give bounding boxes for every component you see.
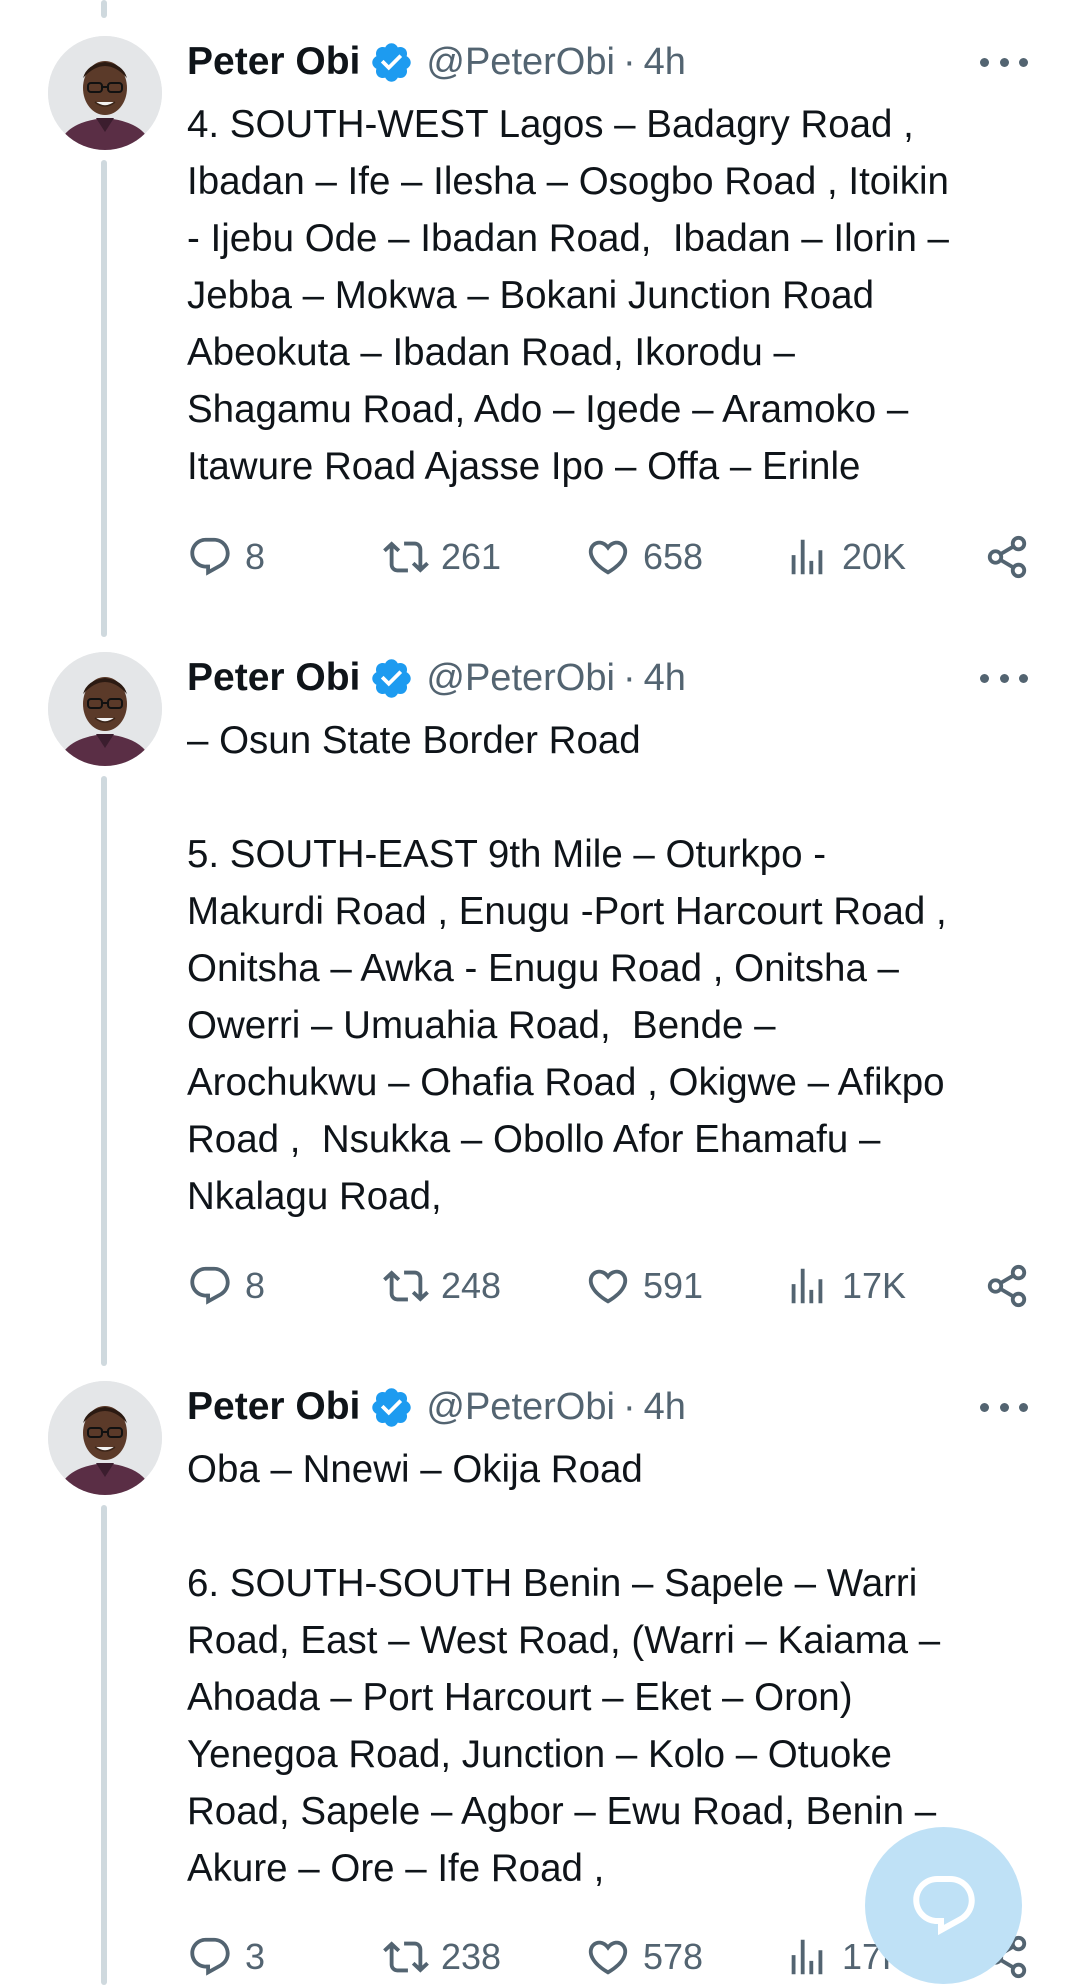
- more-icon[interactable]: [980, 44, 1028, 80]
- views-count: 20K: [842, 536, 907, 577]
- tweet-header: Peter Obi @PeterObi · 4h: [187, 36, 686, 88]
- retweet-button[interactable]: 248: [383, 1256, 501, 1316]
- like-button[interactable]: 658: [585, 527, 703, 587]
- retweet-icon: [383, 1263, 429, 1309]
- like-count: 578: [643, 1936, 704, 1977]
- retweet-button[interactable]: 261: [383, 527, 501, 587]
- avatar[interactable]: [48, 652, 162, 766]
- tweet-header: Peter Obi @PeterObi · 4h: [187, 652, 686, 704]
- compose-button[interactable]: [865, 1827, 1022, 1984]
- thread-line: [101, 160, 107, 637]
- tweet-text: 4. SOUTH-WEST Lagos – Badagry Road , Iba…: [187, 103, 949, 488]
- tweet-text: Oba – Nnewi – Okija Road 6. SOUTH-SOUTH …: [187, 1448, 941, 1890]
- like-count: 658: [643, 536, 704, 577]
- verified-badge-icon: [369, 1385, 414, 1430]
- author-handle[interactable]: @PeterObi: [426, 41, 615, 84]
- author-name[interactable]: Peter Obi: [187, 656, 360, 700]
- reply-count: 8: [245, 536, 266, 577]
- more-icon[interactable]: [980, 1389, 1028, 1425]
- reply-count: 8: [245, 1265, 266, 1306]
- author-name[interactable]: Peter Obi: [187, 1385, 360, 1429]
- retweet-icon: [383, 1934, 429, 1980]
- retweet-icon: [383, 534, 429, 580]
- views-icon: [784, 1934, 830, 1980]
- avatar[interactable]: [48, 1381, 162, 1495]
- action-bar: 8 248 591 17K: [187, 1256, 1030, 1316]
- retweet-count: 261: [441, 536, 502, 577]
- views-button[interactable]: 17K: [784, 1256, 906, 1316]
- reply-icon: [187, 1263, 233, 1309]
- timestamp[interactable]: 4h: [644, 41, 686, 84]
- reply-icon: [187, 534, 233, 580]
- share-icon: [984, 1263, 1030, 1309]
- like-count: 591: [643, 1265, 704, 1306]
- separator-dot: ·: [622, 656, 636, 699]
- verified-badge-icon: [369, 40, 414, 85]
- like-button[interactable]: 591: [585, 1256, 703, 1316]
- avatar-image: [48, 652, 162, 766]
- thread-line: [101, 0, 107, 18]
- reply-button[interactable]: 8: [187, 1256, 265, 1316]
- share-button[interactable]: [984, 527, 1030, 587]
- reply-button[interactable]: 8: [187, 527, 265, 587]
- avatar-image: [48, 36, 162, 150]
- retweet-button[interactable]: 238: [383, 1927, 501, 1987]
- thread-line: [101, 1505, 107, 1985]
- retweet-count: 248: [441, 1265, 502, 1306]
- like-icon: [585, 1934, 631, 1980]
- reply-button[interactable]: 3: [187, 1927, 265, 1987]
- author-handle[interactable]: @PeterObi: [426, 657, 615, 700]
- reply-icon: [187, 1934, 233, 1980]
- compose-icon: [908, 1870, 980, 1942]
- retweet-count: 238: [441, 1936, 502, 1977]
- views-icon: [784, 1263, 830, 1309]
- views-button[interactable]: 20K: [784, 527, 906, 587]
- share-icon: [984, 534, 1030, 580]
- views-icon: [784, 534, 830, 580]
- share-button[interactable]: [984, 1256, 1030, 1316]
- verified-badge-icon: [369, 656, 414, 701]
- avatar-image: [48, 1381, 162, 1495]
- tweet-text: – Osun State Border Road 5. SOUTH-EAST 9…: [187, 719, 947, 1218]
- action-bar: 8 261 658 20K: [187, 527, 1030, 587]
- more-icon[interactable]: [980, 660, 1028, 696]
- tweet-header: Peter Obi @PeterObi · 4h: [187, 1381, 686, 1433]
- separator-dot: ·: [622, 40, 636, 83]
- like-button[interactable]: 578: [585, 1927, 703, 1987]
- reply-count: 3: [245, 1936, 266, 1977]
- separator-dot: ·: [622, 1385, 636, 1428]
- views-count: 17K: [842, 1265, 907, 1306]
- author-handle[interactable]: @PeterObi: [426, 1386, 615, 1429]
- avatar[interactable]: [48, 36, 162, 150]
- timestamp[interactable]: 4h: [644, 657, 686, 700]
- like-icon: [585, 1263, 631, 1309]
- author-name[interactable]: Peter Obi: [187, 40, 360, 84]
- like-icon: [585, 534, 631, 580]
- thread-line: [101, 776, 107, 1366]
- timestamp[interactable]: 4h: [644, 1386, 686, 1429]
